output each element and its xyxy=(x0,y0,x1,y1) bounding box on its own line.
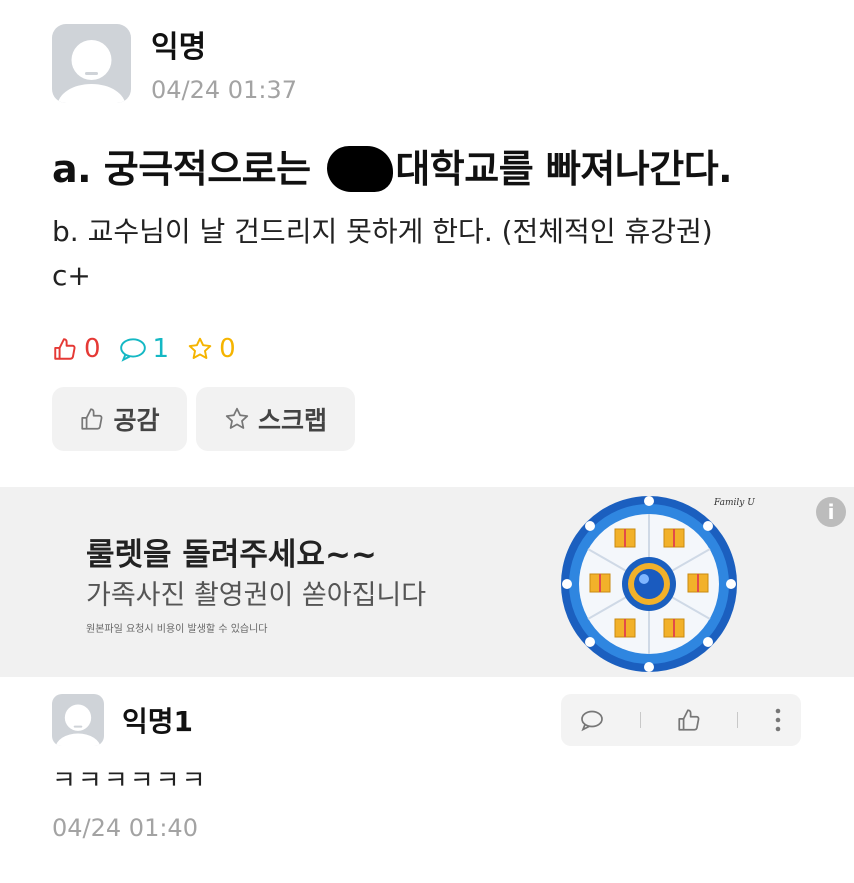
redaction-blot xyxy=(327,145,394,192)
ad-banner[interactable]: 룰렛을 돌려주세요~~ 가족사진 촬영권이 쏟아집니다 원본파일 요청시 비용이… xyxy=(0,487,854,677)
ad-fineprint: 원본파일 요청시 비용이 발생할 수 있습니다 xyxy=(86,624,268,635)
avatar-person-icon xyxy=(57,40,126,103)
ad-headline: 룰렛을 돌려주세요~~ xyxy=(86,537,377,573)
star-icon xyxy=(225,407,249,429)
comment-author-avatar xyxy=(52,694,104,746)
like-count: 0 xyxy=(52,334,101,364)
post-author-avatar xyxy=(52,24,131,103)
scrap-count: 0 xyxy=(187,334,236,364)
action-separator xyxy=(639,712,641,728)
comment-timestamp: 04/24 01:40 xyxy=(52,814,198,842)
post-body-line: b. 교수님이 날 건드리지 못하게 한다. (전체적인 휴강권) xyxy=(52,215,713,248)
post-body-line: c+ xyxy=(52,259,91,292)
post-title: a. 궁극적으로는 대학교를 빠져나간다. xyxy=(52,138,733,195)
comment-text: ㅋㅋㅋㅋㅋㅋ xyxy=(52,766,208,796)
like-button[interactable]: 공감 xyxy=(52,387,187,451)
ad-subline: 가족사진 촬영권이 쏟아집니다 xyxy=(86,580,427,611)
avatar-person-icon xyxy=(55,704,101,746)
comment-count-value: 1 xyxy=(152,334,170,364)
scrap-button[interactable]: 스크랩 xyxy=(196,387,355,451)
post-title-part2: 대학교를 빠져나간다. xyxy=(395,147,733,191)
reply-icon[interactable] xyxy=(579,708,605,732)
comment-count: 1 xyxy=(119,334,170,364)
roulette-wheel-image xyxy=(561,496,737,672)
thumbs-up-icon xyxy=(54,338,76,360)
comment-author-name: 익명1 xyxy=(122,705,194,738)
speech-bubble-icon xyxy=(119,338,146,362)
ad-info-icon[interactable]: i xyxy=(816,497,846,527)
thumbs-up-icon[interactable] xyxy=(676,707,702,733)
post-timestamp: 04/24 01:37 xyxy=(151,76,297,104)
comment-actions-bar xyxy=(561,694,801,746)
thumbs-up-icon xyxy=(81,408,103,430)
brand-logo: Family U xyxy=(714,498,755,508)
like-button-label: 공감 xyxy=(113,406,160,435)
brand-logo-text: Family U xyxy=(714,498,755,508)
more-options-icon[interactable] xyxy=(773,707,783,733)
like-count-value: 0 xyxy=(84,334,101,364)
post-body: b. 교수님이 날 건드리지 못하게 한다. (전체적인 휴강권) c+ xyxy=(52,210,713,298)
ad-info-label: i xyxy=(827,500,835,524)
scrap-button-label: 스크랩 xyxy=(257,406,327,435)
action-separator xyxy=(737,712,739,728)
post-author-name: 익명 xyxy=(151,30,207,65)
star-icon xyxy=(188,337,212,359)
post-title-part1: a. 궁극적으로는 xyxy=(52,147,311,191)
scrap-count-value: 0 xyxy=(219,334,236,364)
post-stats: 0 1 0 xyxy=(52,334,236,364)
